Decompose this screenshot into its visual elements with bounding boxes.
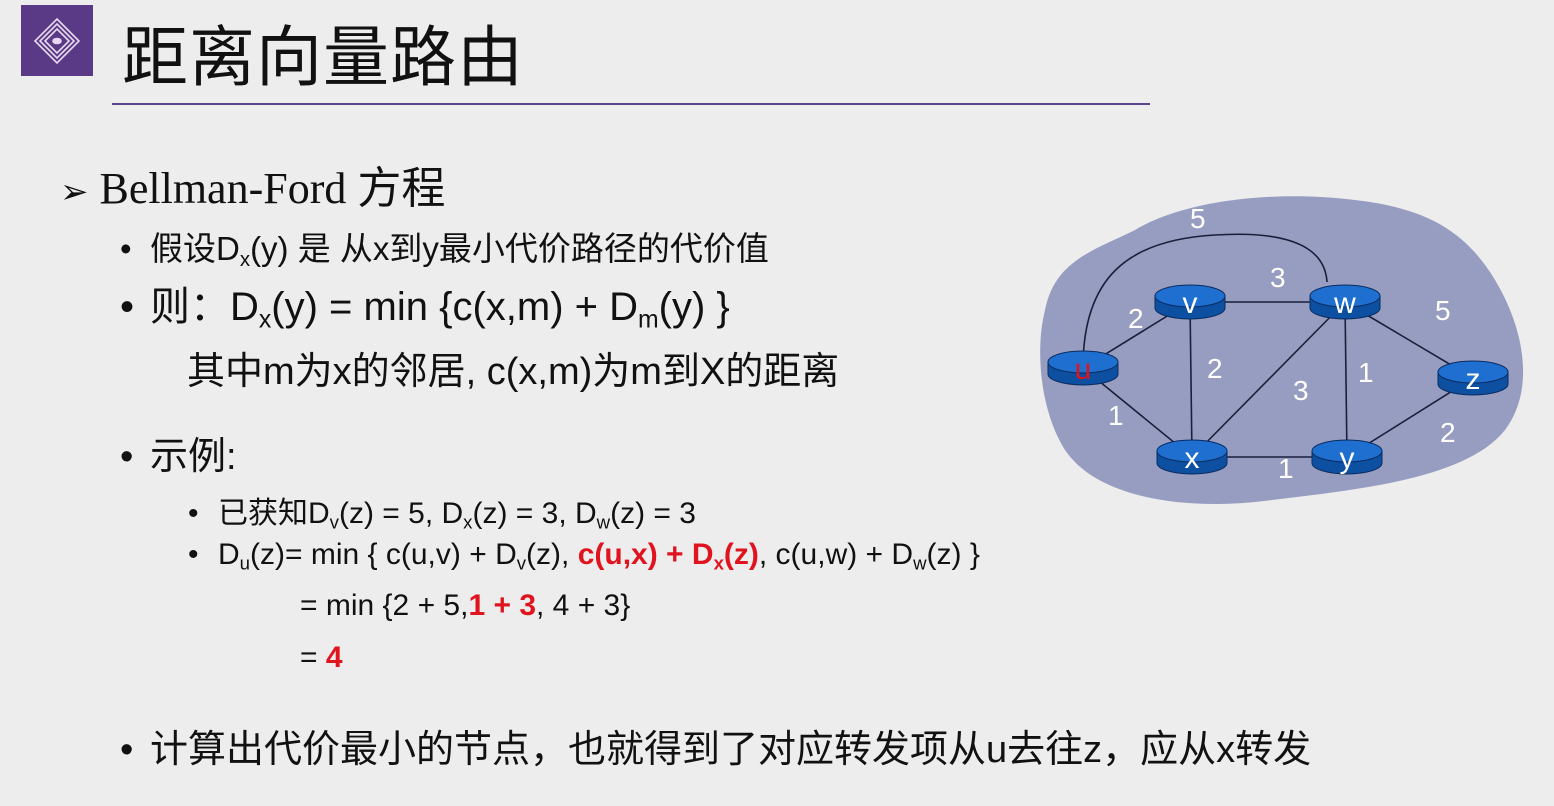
text-segment: (z)= min { c(u,v) + D [250,538,517,571]
bullet-dot: • [120,285,135,329]
bullet-line-where: 其中m为x的邻居, c(x,m)为m到X的距离 [187,340,839,395]
router-label: y [1340,442,1355,475]
bullet-dot: • [188,497,199,530]
text-segment: (z) = 3 [610,497,696,530]
text-segment: , c(u,w) + D [758,538,914,571]
subscript: w [913,552,927,574]
title-divider [112,103,1150,105]
edge-cost-label: 5 [1190,203,1206,234]
edge-cost-label: 3 [1293,375,1309,406]
edge-cost-label: 1 [1278,453,1294,484]
bullet-line-du: • Du(z)= min { c(u,v) + Dv(z), c(u,x) + D… [188,538,980,572]
section-heading: ➢ Bellman-Ford 方程 [60,152,445,216]
edge-cost-label: 2 [1440,417,1456,448]
text-segment: (z) [723,538,759,571]
router-node-w: w [1309,284,1381,320]
text-segment: D [218,538,240,571]
router-label: v [1183,287,1198,320]
edge-cost-label: 2 [1128,303,1144,334]
router-node-v: v [1154,284,1226,320]
text-segment: (z) = 3, D [472,497,597,530]
bullet-line-example: • 示例: [120,425,237,480]
router-label: x [1185,442,1200,475]
text-segment: (z) = 5, D [338,497,464,530]
text-segment: 其中m为x的邻居, c(x,m)为m到X的距离 [187,351,840,393]
text-segment: (z), [526,538,578,571]
text-segment: 4 [325,641,343,674]
text-segment: (z) } [926,538,980,571]
router-node-z: z [1437,360,1509,396]
text-segment: 已获知D [218,497,330,530]
subscript: x [713,552,724,574]
router-node-u: u [1047,350,1119,386]
text-segment: (y) } [658,285,730,329]
network-graph: 5 2 1 3 2 3 1 1 5 2 u v w x y z [1040,196,1524,505]
text-segment: = [300,641,326,674]
bullet-line-then: • 则：Dx(y) = min {c(x,m) + Dm(y) } [120,274,730,332]
text-segment: , 4 + 3} [536,589,631,622]
text-segment: 计算出代价最小的节点，也就得到了对应转发项从u去往z，应从x转发 [150,729,1312,771]
bullet-dot: • [120,436,134,478]
subscript: v [516,552,527,574]
edge-cost-label: 1 [1358,357,1374,388]
bullet-line-assume: • 假设Dx(y) 是 从x到y最小代价路径的代价值 [120,222,769,270]
edge-cost-label: 5 [1435,295,1451,326]
bullet-dot: • [120,729,134,771]
subscript: x [258,306,272,334]
router-node-y: y [1311,439,1383,475]
router-label: w [1333,287,1356,320]
text-segment: 示例: [150,436,237,478]
router-label: z [1466,363,1481,396]
heading-text: Bellman-Ford 方程 [99,164,446,213]
text-segment: (y) 是 从x到y最小代价路径的代价值 [250,230,769,267]
bullet-line-step2: = 4 [300,641,343,675]
text-segment: 1 + 3 [468,589,537,622]
bullet-dot: • [120,230,132,267]
subscript: v [329,511,339,533]
edge-cost-label: 2 [1207,353,1223,384]
bullet-line-known: • 已获知Dv(z) = 5, Dx(z) = 3, Dw(z) = 3 [188,488,696,532]
text-segment: (y) = min {c(x,m) + D [271,285,638,329]
router-label: u [1075,353,1092,386]
subscript: w [596,511,611,533]
subscript: u [239,552,251,574]
subscript: x [239,248,251,272]
text-segment: c(u,x) + D [577,538,714,571]
edge-cost-label: 3 [1270,262,1286,293]
subscript: m [638,306,659,334]
text-segment: 则：D [150,285,259,329]
page-title: 距离向量路由 [122,19,524,96]
bullet-dot: • [188,538,199,571]
bullet-line-step1: = min {2 + 5,1 + 3, 4 + 3} [300,589,630,623]
edge-cost-label: 1 [1108,400,1124,431]
arrow-bullet-icon: ➢ [60,172,89,212]
text-segment: = min {2 + 5, [300,589,469,622]
router-node-x: x [1156,439,1228,475]
logo-icon [21,5,93,76]
bullet-line-conclusion: • 计算出代价最小的节点，也就得到了对应转发项从u去往z，应从x转发 [120,718,1311,773]
text-segment: 假设D [150,230,240,267]
